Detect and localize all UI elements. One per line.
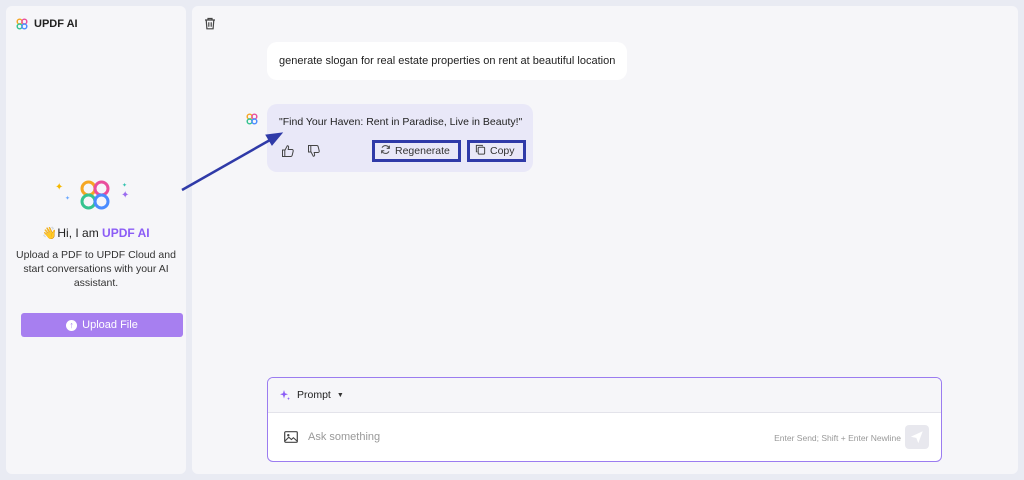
- regenerate-button[interactable]: Regenerate: [372, 140, 461, 162]
- input-hint: Enter Send; Shift + Enter Newline: [774, 433, 901, 443]
- send-button[interactable]: [905, 425, 929, 449]
- welcome-description: Upload a PDF to UPDF Cloud and start con…: [16, 249, 176, 289]
- welcome-panel: ✦ ✦ ✦ ✦ 👋Hi, I am UPDF AI Upload a PDF t…: [6, 174, 186, 290]
- regenerate-icon: [380, 144, 391, 158]
- greeting-brand: UPDF AI: [102, 226, 150, 240]
- ai-avatar-icon: [246, 112, 258, 130]
- greeting-text: Hi, I am: [57, 226, 103, 240]
- caret-down-icon: ▼: [336, 391, 344, 399]
- hero-logo: ✦ ✦ ✦ ✦: [51, 174, 141, 218]
- prompt-label: Prompt: [297, 389, 331, 401]
- wave-emoji-icon: 👋: [42, 226, 58, 240]
- sparkle-icon: [280, 390, 290, 401]
- svg-text:✦: ✦: [55, 182, 63, 193]
- user-message-text: generate slogan for real estate properti…: [279, 55, 616, 67]
- sidebar: UPDF AI ✦ ✦ ✦ ✦ 👋Hi, I am UPDF AI Upload…: [6, 6, 186, 474]
- ask-input[interactable]: [308, 427, 728, 447]
- svg-text:✦: ✦: [65, 195, 70, 202]
- thumbs-up-icon[interactable]: [281, 144, 295, 158]
- copy-button[interactable]: Copy: [467, 140, 526, 162]
- thumbs-down-icon[interactable]: [307, 144, 321, 158]
- ai-response-text: "Find Your Haven: Rent in Paradise, Live…: [279, 116, 523, 128]
- chat-panel: generate slogan for real estate properti…: [192, 6, 1018, 474]
- greeting: 👋Hi, I am UPDF AI: [6, 226, 186, 240]
- ai-response: "Find Your Haven: Rent in Paradise, Live…: [267, 104, 533, 172]
- upload-file-label: Upload File: [82, 319, 138, 331]
- input-row: Enter Send; Shift + Enter Newline: [268, 413, 941, 461]
- brand: UPDF AI: [16, 18, 78, 30]
- image-icon[interactable]: [284, 430, 298, 448]
- updf-logo-icon: [16, 18, 28, 30]
- trash-icon[interactable]: [204, 17, 216, 35]
- upload-icon: ↑: [66, 319, 78, 331]
- send-icon: [911, 431, 923, 443]
- composer: Prompt ▼ Enter Send; Shift + Enter Newli…: [267, 377, 942, 462]
- svg-text:✦: ✦: [122, 182, 127, 189]
- copy-icon: [475, 144, 486, 158]
- prompt-selector[interactable]: Prompt ▼: [268, 378, 941, 413]
- upload-file-button[interactable]: ↑ Upload File: [21, 313, 183, 337]
- app-title: UPDF AI: [34, 18, 78, 30]
- user-message: generate slogan for real estate properti…: [267, 42, 628, 80]
- regenerate-label: Regenerate: [395, 145, 450, 157]
- updf-hero-icon: ✦ ✦ ✦ ✦: [55, 180, 129, 210]
- copy-label: Copy: [490, 145, 515, 157]
- svg-text:✦: ✦: [121, 190, 129, 201]
